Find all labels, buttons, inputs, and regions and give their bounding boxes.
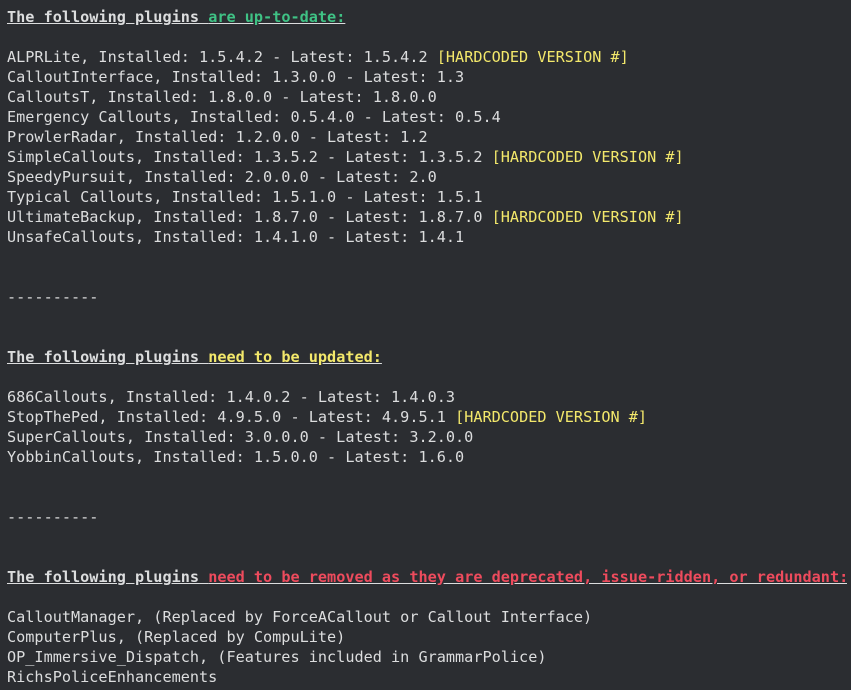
- plugin-row: YobbinCallouts, Installed: 1.5.0.0 - Lat…: [7, 448, 465, 466]
- plugin-row: Typical Callouts, Installed: 1.5.1.0 - L…: [7, 188, 483, 206]
- plugin-row: OP_Immersive_Dispatch, (Features include…: [7, 648, 547, 666]
- plugin-row: ProwlerRadar, Installed: 1.2.0.0 - Lates…: [7, 128, 428, 146]
- plugin-row: RichsPoliceEnhancements: [7, 668, 218, 686]
- uptodate-list: ALPRLite, Installed: 1.5.4.2 - Latest: 1…: [7, 47, 847, 247]
- plugin-row: SpeedyPursuit, Installed: 2.0.0.0 - Late…: [7, 168, 437, 186]
- plugin-row: ComputerPlus, (Replaced by CompuLite): [7, 628, 346, 646]
- uptodate-heading-status: are up-to-date:: [208, 8, 346, 26]
- hardcoded-version-tag: [HARDCODED VERSION #]: [491, 148, 684, 166]
- update-heading: The following plugins need to be updated…: [7, 347, 847, 367]
- update-heading-status: need to be updated:: [208, 348, 382, 366]
- plugin-report-message: The following plugins are up-to-date: AL…: [7, 7, 847, 687]
- plugin-row: ALPRLite, Installed: 1.5.4.2 - Latest: 1…: [7, 48, 629, 66]
- plugin-row: Emergency Callouts, Installed: 0.5.4.0 -…: [7, 108, 501, 126]
- remove-heading-status: need to be removed as they are deprecate…: [208, 568, 847, 586]
- plugin-row: 686Callouts, Installed: 1.4.0.2 - Latest…: [7, 388, 456, 406]
- plugin-row: CalloutInterface, Installed: 1.3.0.0 - L…: [7, 68, 465, 86]
- plugin-row: UltimateBackup, Installed: 1.8.7.0 - Lat…: [7, 208, 684, 226]
- plugin-row: SimpleCallouts, Installed: 1.3.5.2 - Lat…: [7, 148, 684, 166]
- plugin-row: StopThePed, Installed: 4.9.5.0 - Latest:…: [7, 408, 648, 426]
- plugin-row: UnsafeCallouts, Installed: 1.4.1.0 - Lat…: [7, 228, 465, 246]
- remove-list: CalloutManager, (Replaced by ForceACallo…: [7, 607, 847, 687]
- hardcoded-version-tag: [HARDCODED VERSION #]: [436, 48, 629, 66]
- plugin-row: SuperCallouts, Installed: 3.0.0.0 - Late…: [7, 428, 474, 446]
- section-separator: ----------: [7, 508, 99, 526]
- remove-heading-lead: The following plugins: [7, 568, 200, 586]
- section-separator: ----------: [7, 288, 99, 306]
- update-heading-lead: The following plugins: [7, 348, 200, 366]
- hardcoded-version-tag: [HARDCODED VERSION #]: [455, 408, 648, 426]
- remove-heading: The following plugins need to be removed…: [7, 567, 847, 587]
- hardcoded-version-tag: [HARDCODED VERSION #]: [491, 208, 684, 226]
- plugin-row: CalloutsT, Installed: 1.8.0.0 - Latest: …: [7, 88, 437, 106]
- update-list: 686Callouts, Installed: 1.4.0.2 - Latest…: [7, 387, 847, 467]
- plugin-row: CalloutManager, (Replaced by ForceACallo…: [7, 608, 593, 626]
- uptodate-heading: The following plugins are up-to-date:: [7, 7, 847, 27]
- uptodate-heading-lead: The following plugins: [7, 8, 200, 26]
